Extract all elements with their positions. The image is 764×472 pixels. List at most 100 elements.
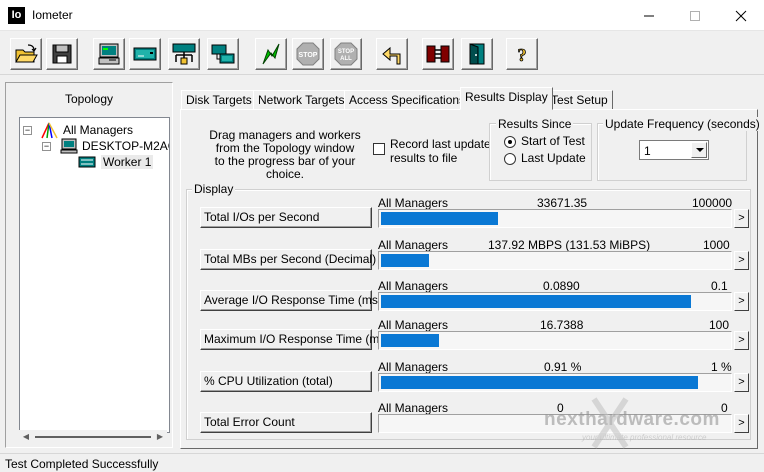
watermark-text: nexthardware.com	[544, 409, 720, 430]
save-config-button[interactable]	[46, 38, 78, 70]
metric-more-button[interactable]: >	[734, 292, 749, 311]
window-title: Iometer	[32, 8, 73, 22]
stop-test-button[interactable]: STOP	[292, 38, 324, 70]
scroll-left-icon[interactable]: ◀	[19, 430, 33, 444]
disconnect-manager-button[interactable]	[422, 38, 454, 70]
metric-max: 1000	[703, 238, 730, 252]
collapse-icon[interactable]: −	[42, 142, 51, 151]
record-results-checkbox[interactable]	[373, 143, 385, 155]
progress-bar-track[interactable]	[378, 251, 732, 270]
metric-value: 0.91 %	[544, 360, 582, 374]
metric-button-avg-response[interactable]: Average I/O Response Time (ms)	[200, 290, 382, 311]
new-network-worker-icon	[172, 43, 196, 65]
metric-source-label: All Managers	[378, 196, 449, 210]
new-disk-worker-button[interactable]	[207, 38, 239, 70]
watermark-tagline: your ultimate professional resource	[582, 433, 707, 442]
close-button[interactable]	[718, 0, 764, 31]
topology-tree[interactable]: − All Managers − DESKTOP-M2AO8	[19, 117, 170, 433]
metric-button-max-response[interactable]: Maximum I/O Response Time (ms)	[200, 329, 389, 350]
metric-more-button[interactable]: >	[734, 331, 749, 350]
maximize-button[interactable]	[672, 0, 718, 31]
progress-bar-fill	[381, 254, 429, 267]
all-managers-icon	[41, 122, 58, 139]
new-network-worker-button[interactable]	[168, 38, 200, 70]
metric-source-label: All Managers	[378, 401, 449, 415]
progress-bar-fill	[381, 212, 498, 225]
radio-start-of-test[interactable]	[504, 136, 516, 148]
metric-more-button[interactable]: >	[734, 373, 749, 392]
help-button[interactable]: ?	[506, 38, 538, 70]
metric-button-error-count[interactable]: Total Error Count	[200, 412, 372, 433]
metric-more-button[interactable]: >	[734, 251, 749, 270]
record-label-line-1: Record last update	[390, 137, 491, 151]
collapse-icon[interactable]: −	[23, 126, 32, 135]
scroll-right-icon[interactable]: ▶	[153, 430, 167, 444]
show-results-icon	[98, 43, 120, 65]
tree-horizontal-scrollbar[interactable]: ◀ ▶	[19, 430, 167, 444]
metric-button-total-mbs[interactable]: Total MBs per Second (Decimal)	[200, 249, 376, 270]
tab-test-setup[interactable]: Test Setup	[546, 90, 613, 110]
metric-max: 100	[709, 318, 730, 332]
record-label-line-2: results to file	[390, 151, 458, 165]
metric-max: 100000	[692, 196, 733, 210]
metric-max: 0.1	[711, 279, 728, 293]
close-icon	[735, 10, 747, 22]
tab-access-specifications[interactable]: Access Specifications	[344, 90, 471, 110]
metric-source-label: All Managers	[378, 238, 449, 252]
tree-label: All Managers	[63, 123, 134, 137]
metric-source-label: All Managers	[378, 279, 449, 293]
stop-all-icon: STOP ALL	[334, 42, 358, 66]
app-icon: Io	[8, 7, 25, 24]
progress-bar-track[interactable]	[378, 373, 732, 392]
worker-icon	[78, 156, 96, 168]
title-bar: Io Iometer	[0, 0, 764, 31]
display-title: Display	[192, 182, 236, 196]
metric-max: 1 %	[711, 360, 732, 374]
disconnect-manager-icon	[426, 45, 450, 63]
new-manager-icon	[133, 47, 157, 61]
topology-header: Topology	[64, 92, 114, 106]
show-results-button[interactable]	[93, 38, 125, 70]
results-since-title: Results Since	[496, 117, 574, 131]
start-test-icon	[262, 43, 280, 65]
instructions-line-3: to the progress bar of your choice.	[214, 154, 356, 181]
tree-label: Worker 1	[101, 155, 154, 169]
help-icon: ?	[517, 45, 527, 66]
update-frequency-select[interactable]: 1	[639, 140, 709, 160]
open-config-button[interactable]	[10, 38, 42, 70]
scroll-thumb[interactable]	[35, 436, 151, 438]
metric-value: 0.0890	[543, 279, 580, 293]
progress-bar-track[interactable]	[378, 292, 732, 311]
new-manager-button[interactable]	[129, 38, 161, 70]
tab-disk-targets[interactable]: Disk Targets	[181, 90, 257, 110]
status-bar: Test Completed Successfully	[0, 453, 764, 472]
tab-network-targets[interactable]: Network Targets	[253, 90, 350, 110]
metric-value: 137.92 MBPS (131.53 MiBPS)	[488, 238, 651, 252]
exit-button[interactable]	[461, 38, 493, 70]
minimize-button[interactable]	[626, 0, 672, 31]
progress-bar-track[interactable]	[378, 209, 732, 228]
exit-icon	[469, 43, 485, 65]
tab-results-display[interactable]: Results Display	[460, 87, 553, 110]
tree-label: DESKTOP-M2AO8	[82, 139, 169, 153]
progress-bar-track[interactable]	[378, 331, 732, 350]
metric-button-total-ios[interactable]: Total I/Os per Second	[200, 207, 372, 228]
metric-button-cpu-utilization[interactable]: % CPU Utilization (total)	[200, 371, 372, 392]
chevron-down-icon[interactable]	[691, 142, 707, 158]
reset-workers-icon	[382, 46, 401, 65]
record-results-label: Record last update results to file	[390, 137, 491, 165]
reset-workers-button[interactable]	[376, 38, 408, 70]
maximize-icon	[690, 11, 700, 21]
radio-start-of-test-label: Start of Test	[521, 134, 585, 148]
progress-bar-fill	[381, 376, 698, 389]
metric-source-label: All Managers	[378, 360, 449, 374]
start-test-button[interactable]	[255, 38, 287, 70]
stop-all-button[interactable]: STOP ALL	[330, 38, 362, 70]
metric-more-button[interactable]: >	[734, 209, 749, 228]
stop-test-icon: STOP	[296, 42, 320, 66]
radio-last-update[interactable]	[504, 153, 516, 165]
minimize-icon	[644, 15, 654, 17]
new-disk-worker-icon	[211, 44, 235, 64]
radio-last-update-label: Last Update	[521, 151, 586, 165]
progress-bar-fill	[381, 334, 439, 347]
